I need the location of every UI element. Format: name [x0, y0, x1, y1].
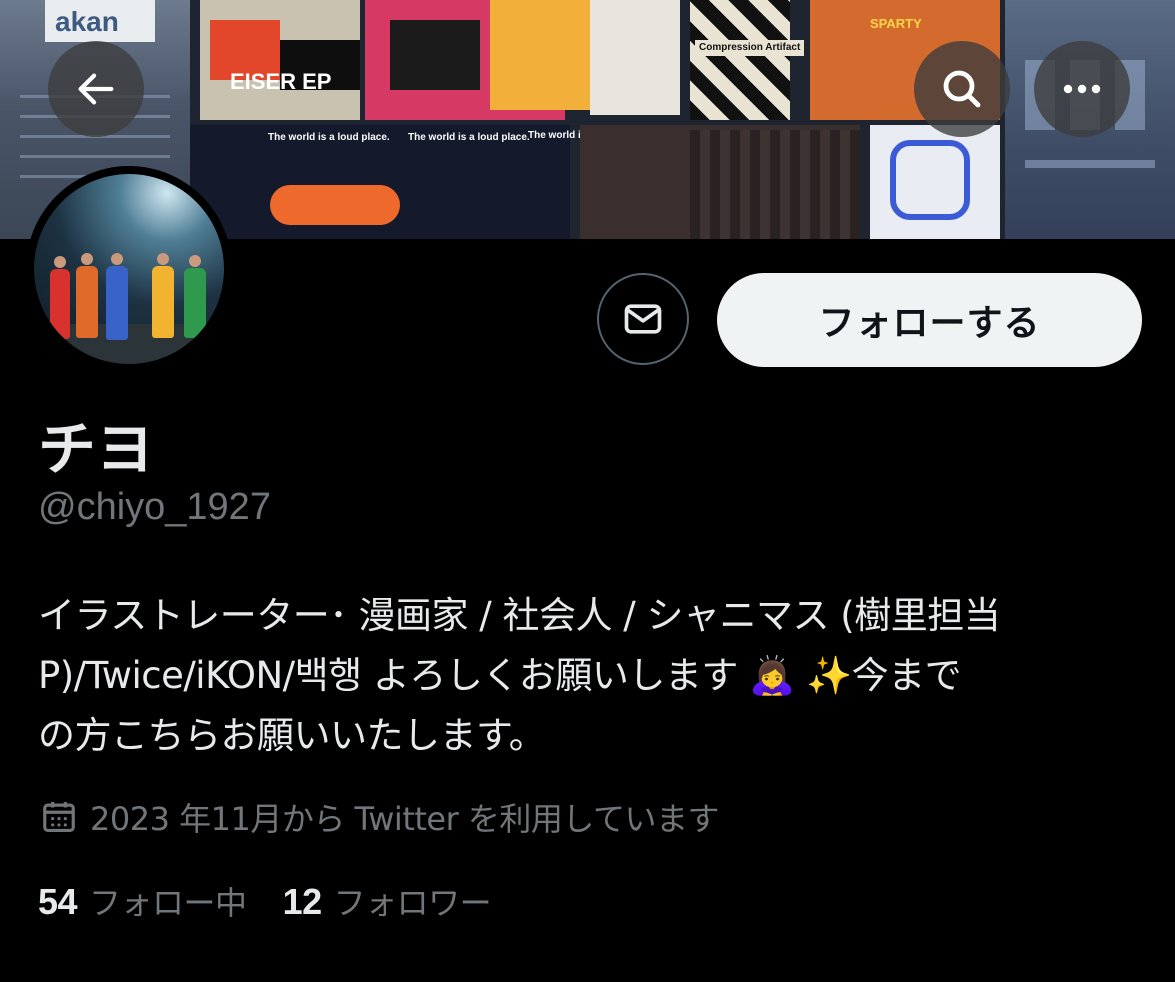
followers-label: フォロワー: [333, 884, 492, 922]
profile-bio: イラストレーター･ 漫画家 / 社会人 / シャニマス (樹里担当 P)/Twi…: [38, 594, 1001, 757]
more-options-button[interactable]: [1034, 41, 1130, 137]
envelope-icon: [624, 304, 662, 334]
calendar-icon: [43, 801, 75, 833]
back-button[interactable]: [48, 41, 144, 137]
following-label: フォロー中: [89, 884, 247, 922]
following-link[interactable]: 54 フォロー中: [38, 878, 247, 924]
more-dots-icon: [1063, 84, 1101, 94]
arrow-left-icon: [78, 73, 114, 105]
banner-sign: akan: [45, 0, 155, 42]
display-name: チヨ: [38, 415, 155, 483]
search-icon: [943, 70, 981, 108]
following-count: 54: [38, 881, 78, 922]
follow-button[interactable]: フォローする: [717, 273, 1142, 367]
search-button[interactable]: [914, 41, 1010, 137]
follow-stats: 54 フォロー中 12 フォロワー: [38, 878, 492, 924]
avatar-image: [34, 174, 224, 364]
banner-poster-wall: EISER EP Compression Artifact SPARTY The…: [190, 0, 1010, 239]
message-button[interactable]: [597, 273, 689, 365]
join-date: 2023 年11月から Twitter を利用しています: [40, 794, 719, 840]
followers-link[interactable]: 12 フォロワー: [283, 878, 492, 924]
join-date-text: 2023 年11月から Twitter を利用しています: [90, 800, 719, 838]
username-handle: @chiyo_1927: [38, 486, 271, 528]
followers-count: 12: [282, 881, 323, 922]
profile-avatar[interactable]: [26, 166, 232, 372]
